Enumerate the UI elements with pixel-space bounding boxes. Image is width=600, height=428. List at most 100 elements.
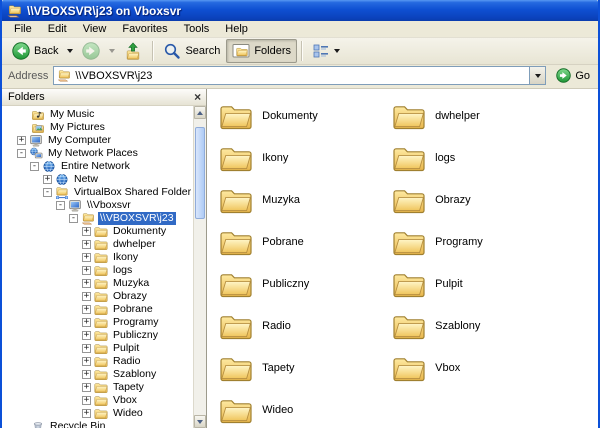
tree-expander[interactable]: + — [82, 253, 91, 262]
tree-item-vboxsvr[interactable]: -\\Vboxsvr — [2, 199, 193, 212]
tree-expander[interactable]: + — [82, 409, 91, 418]
folder-item-radio[interactable]: Radio — [219, 305, 392, 347]
folder-item-pobrane[interactable]: Pobrane — [219, 221, 392, 263]
tree-item-my-pictures[interactable]: My Pictures — [2, 121, 193, 134]
folder-item-muzyka[interactable]: Muzyka — [219, 179, 392, 221]
menu-item-view[interactable]: View — [75, 22, 115, 36]
folder-item-obrazy[interactable]: Obrazy — [392, 179, 598, 221]
forward-dropdown-button[interactable] — [106, 39, 118, 63]
folder-item-szablony[interactable]: Szablony — [392, 305, 598, 347]
tree-item-logs[interactable]: + logs — [2, 264, 193, 277]
tree-item-radio[interactable]: +Radio — [2, 355, 193, 368]
tree-item-netw[interactable]: +Netw — [2, 173, 193, 186]
tree-item-wideo[interactable]: +Wideo — [2, 407, 193, 420]
tree-expander[interactable]: - — [17, 149, 26, 158]
forward-button[interactable] — [76, 39, 106, 63]
menu-item-favorites[interactable]: Favorites — [114, 22, 175, 36]
tree-expander[interactable]: + — [82, 370, 91, 379]
folder-item-tapety[interactable]: Tapety — [219, 347, 392, 389]
folder-item-ikony[interactable]: Ikony — [219, 137, 392, 179]
tree-item-tapety[interactable]: +Tapety — [2, 381, 193, 394]
tree-item-label: \\VBOXSVR\j23 — [98, 212, 176, 225]
tree-item-pobrane[interactable]: +Pobrane — [2, 303, 193, 316]
tree-expander[interactable]: + — [82, 305, 91, 314]
scroll-thumb[interactable] — [195, 127, 205, 219]
menu-item-file[interactable]: File — [6, 22, 40, 36]
address-input[interactable]: \\VBOXSVR\j23 — [53, 66, 546, 85]
tree-expander[interactable]: + — [82, 357, 91, 366]
folder-item-logs[interactable]: logs — [392, 137, 598, 179]
tree-item-my-music[interactable]: My Music — [2, 108, 193, 121]
go-button[interactable]: Go — [551, 68, 595, 83]
folder-item-programy[interactable]: Programy — [392, 221, 598, 263]
folder-item-label: Muzyka — [262, 194, 300, 206]
tree-expander[interactable]: - — [69, 214, 78, 223]
menu-item-tools[interactable]: Tools — [176, 22, 218, 36]
tree-expander[interactable]: + — [82, 383, 91, 392]
tree-expander[interactable]: + — [82, 331, 91, 340]
folder-icon — [94, 394, 108, 407]
folder-item-publiczny[interactable]: Publiczny — [219, 263, 392, 305]
tree-scrollbar[interactable] — [193, 106, 206, 428]
scroll-down-button[interactable] — [194, 415, 206, 428]
tree-item-programy[interactable]: +Programy — [2, 316, 193, 329]
tree-item-dwhelper[interactable]: +dwhelper — [2, 238, 193, 251]
tree-expander[interactable]: + — [82, 279, 91, 288]
tree-expander[interactable]: + — [82, 292, 91, 301]
scroll-up-button[interactable] — [194, 106, 206, 119]
tree-item-dokumenty[interactable]: +Dokumenty — [2, 225, 193, 238]
tree-item-virtualbox-shared-folder[interactable]: -VirtualBox Shared Folder — [2, 186, 193, 199]
folder-item-vbox[interactable]: Vbox — [392, 347, 598, 389]
tree-item-recycle-bin[interactable]: Recycle Bin — [2, 420, 193, 428]
folder-item-wideo[interactable]: Wideo — [219, 389, 392, 428]
folders-button[interactable]: Folders — [226, 39, 297, 63]
scroll-track[interactable] — [194, 119, 206, 415]
tree-item-pulpit[interactable]: +Pulpit — [2, 342, 193, 355]
recycle-bin-icon — [31, 420, 45, 428]
tree-item-ikony[interactable]: +Ikony — [2, 251, 193, 264]
tree-expander[interactable]: + — [82, 266, 91, 275]
folder-item-dwhelper[interactable]: dwhelper — [392, 95, 598, 137]
folder-icon — [94, 329, 108, 342]
folder-icon — [94, 316, 108, 329]
views-button[interactable] — [306, 39, 346, 63]
back-dropdown-button[interactable] — [64, 39, 76, 63]
address-dropdown-button[interactable] — [529, 67, 545, 84]
tree-item-my-computer[interactable]: +My Computer — [2, 134, 193, 147]
tree-expander[interactable]: + — [82, 227, 91, 236]
tree-item-my-network-places[interactable]: - My Network Places — [2, 147, 193, 160]
tree-item-label: Obrazy — [111, 290, 149, 303]
tree-expander[interactable]: + — [82, 344, 91, 353]
tree-item-publiczny[interactable]: +Publiczny — [2, 329, 193, 342]
menu-item-edit[interactable]: Edit — [40, 22, 75, 36]
tree-expander[interactable]: + — [17, 136, 26, 145]
tree-item-label: Recycle Bin — [48, 420, 107, 428]
folder-item-dokumenty[interactable]: Dokumenty — [219, 95, 392, 137]
tree-expander[interactable]: - — [30, 162, 39, 171]
tree-item-vbox[interactable]: +Vbox — [2, 394, 193, 407]
folder-item-pulpit[interactable]: Pulpit — [392, 263, 598, 305]
tree-item-szablony[interactable]: + Szablony — [2, 368, 193, 381]
tree-item-label: logs — [111, 264, 134, 277]
close-folders-pane-button[interactable]: × — [194, 92, 201, 102]
server-icon — [68, 199, 82, 212]
up-button[interactable] — [118, 39, 148, 63]
search-button[interactable]: Search — [157, 39, 226, 63]
explorer-window: \\VBOXSVR\j23 on Vboxsvr FileEditViewFav… — [0, 0, 600, 428]
title-bar[interactable]: \\VBOXSVR\j23 on Vboxsvr — [2, 0, 598, 21]
tree-item-entire-network[interactable]: -Entire Network — [2, 160, 193, 173]
tree-item-obrazy[interactable]: + Obrazy — [2, 290, 193, 303]
folder-icon — [392, 186, 426, 214]
tree-expander[interactable]: - — [56, 201, 65, 210]
tree-item-label: Szablony — [111, 368, 158, 381]
tree-expander[interactable]: + — [82, 240, 91, 249]
tree-item-muzyka[interactable]: +Muzyka — [2, 277, 193, 290]
tree-item-label: My Network Places — [46, 147, 140, 160]
back-button[interactable]: Back — [6, 39, 64, 63]
tree-expander[interactable]: + — [82, 396, 91, 405]
tree-expander[interactable]: - — [43, 188, 52, 197]
tree-item-vboxsvr-j23[interactable]: - \\VBOXSVR\j23 — [2, 212, 193, 225]
menu-item-help[interactable]: Help — [217, 22, 256, 36]
tree-expander[interactable]: + — [82, 318, 91, 327]
tree-expander[interactable]: + — [43, 175, 52, 184]
